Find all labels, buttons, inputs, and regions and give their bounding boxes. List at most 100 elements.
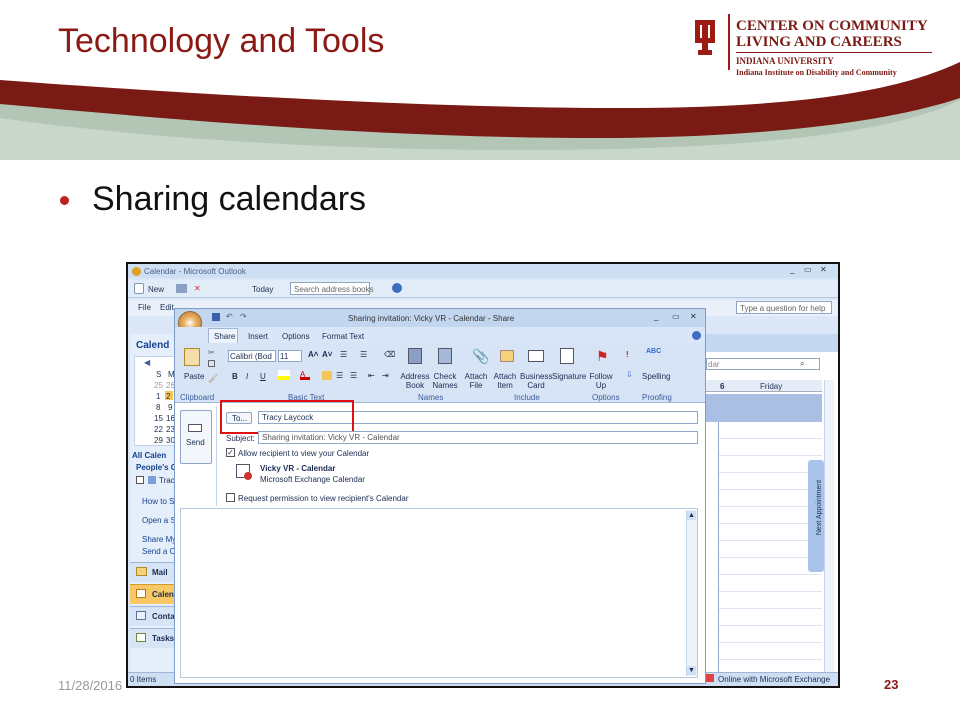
bullets-icon[interactable]: ☰ <box>340 350 347 359</box>
nav-mail-label: Mail <box>152 568 168 577</box>
align-center-icon[interactable]: ☰ <box>336 371 343 380</box>
save-icon[interactable] <box>212 313 220 321</box>
menu-edit[interactable]: Edit <box>160 303 174 312</box>
attachment-calendar-name[interactable]: Vicky VR - Calendar <box>260 464 335 473</box>
business-card-button[interactable]: Business Card <box>520 372 552 390</box>
calendar-view-header <box>704 334 838 352</box>
delete-icon[interactable]: ✕ <box>194 284 201 293</box>
body-scroll-down[interactable]: ▼ <box>687 666 696 675</box>
spelling-icon[interactable]: ABC <box>646 348 664 364</box>
subject-field-value: Sharing invitation: Vicky VR - Calendar <box>262 433 400 442</box>
mini-cal-prev[interactable]: ◀ <box>144 358 150 367</box>
mini-cal-cell[interactable]: 29 <box>154 436 163 445</box>
mini-cal-cell[interactable]: 2 <box>166 392 170 401</box>
increase-indent-icon[interactable]: ⇥ <box>382 371 389 380</box>
help-circle-icon[interactable] <box>392 283 402 293</box>
paste-button[interactable]: Paste <box>184 372 204 381</box>
new-item-icon[interactable] <box>134 283 144 294</box>
bullet-dot <box>60 196 69 205</box>
check-names-icon[interactable] <box>438 348 452 364</box>
mini-cal-day-s: S <box>156 370 162 379</box>
copy-icon[interactable] <box>208 360 215 367</box>
proofing-group-label: Proofing <box>642 393 672 402</box>
shared-calendar-icon <box>148 476 156 484</box>
help-question-placeholder: Type a question for help <box>740 304 826 313</box>
format-painter-icon[interactable]: 🖌 <box>208 374 218 383</box>
align-left-icon[interactable] <box>322 371 332 380</box>
shared-calendar-label[interactable]: Trac <box>159 476 175 485</box>
new-button[interactable]: New <box>148 285 164 294</box>
mini-cal-cell[interactable]: 8 <box>156 403 160 412</box>
numbering-icon[interactable]: ☰ <box>360 350 367 359</box>
ribbon-help-icon[interactable] <box>692 331 701 340</box>
send-button[interactable] <box>180 410 212 464</box>
nav-calendar-label: Calen <box>152 590 174 599</box>
allow-view-checkbox[interactable]: ✓ <box>226 448 235 457</box>
logo-line-3: INDIANA UNIVERSITY <box>736 56 834 66</box>
tab-options[interactable]: Options <box>282 332 310 341</box>
tab-insert[interactable]: Insert <box>248 332 268 341</box>
restore-button[interactable]: ▭ <box>804 265 812 274</box>
clear-format-icon[interactable]: ⌫ <box>384 350 395 359</box>
minimize-button[interactable]: _ <box>790 265 794 274</box>
undo-icon[interactable]: ↶ <box>226 312 233 321</box>
cut-icon[interactable]: ✂ <box>208 348 215 357</box>
link-share-my[interactable]: Share My <box>142 535 176 544</box>
mini-cal-cell[interactable]: 9 <box>168 403 172 412</box>
attach-item-button[interactable]: Attach Item <box>490 372 520 390</box>
signature-icon[interactable] <box>560 348 574 364</box>
business-card-icon[interactable] <box>528 350 544 362</box>
paste-icon[interactable] <box>184 348 200 366</box>
tab-format-text[interactable]: Format Text <box>322 332 364 341</box>
attach-file-button[interactable]: Attach File <box>462 372 490 390</box>
logo-divider <box>728 14 730 70</box>
grow-font-icon[interactable]: A˄ <box>308 350 318 359</box>
address-book-icon[interactable] <box>408 348 422 364</box>
request-permission-checkbox[interactable] <box>226 493 235 502</box>
check-names-button[interactable]: Check Names <box>430 372 460 390</box>
iu-trident-icon <box>695 20 715 55</box>
today-button[interactable]: Today <box>252 285 273 294</box>
mini-cal-cell[interactable]: 1 <box>156 392 160 401</box>
follow-up-icon[interactable]: ⚑ <box>596 348 609 365</box>
shared-calendar-checkbox[interactable] <box>136 476 144 484</box>
font-name-value: Calibri (Bod <box>230 352 272 361</box>
mini-cal-cell[interactable]: 15 <box>154 414 163 423</box>
body-scrollbar[interactable] <box>686 510 697 676</box>
bold-button[interactable]: B <box>232 372 238 381</box>
body-scroll-up[interactable]: ▲ <box>687 511 696 520</box>
shrink-font-icon[interactable]: A˅ <box>322 350 332 359</box>
italic-button[interactable]: I <box>246 372 248 381</box>
invite-maximize-button[interactable]: ▭ <box>672 312 680 321</box>
outlook-screenshot: Calendar - Microsoft Outlook _ ▭ ✕ New ✕… <box>126 262 840 688</box>
menu-file[interactable]: File <box>138 303 151 312</box>
align-right-icon[interactable]: ☰ <box>350 371 357 380</box>
follow-up-button[interactable]: Follow Up <box>588 372 614 390</box>
close-button[interactable]: ✕ <box>820 265 827 274</box>
address-book-button[interactable]: Address Book <box>400 372 430 390</box>
calendar-scrollbar[interactable] <box>824 380 834 676</box>
all-calendars-header[interactable]: All Calen <box>132 451 166 460</box>
search-address-books-placeholder: Search address books <box>294 285 374 294</box>
spelling-button[interactable]: Spelling <box>642 372 670 381</box>
attach-file-icon[interactable]: 📎 <box>472 348 489 365</box>
mini-cal-cell[interactable]: 25 <box>154 381 163 390</box>
invite-window-title: Sharing invitation: Vicky VR - Calendar … <box>348 314 515 323</box>
underline-button[interactable]: U <box>260 372 266 381</box>
shared-calendar-badge-icon <box>244 472 252 480</box>
mini-cal-cell[interactable]: 22 <box>154 425 163 434</box>
font-color-icon[interactable]: A <box>300 370 310 380</box>
calendar-grid[interactable] <box>718 422 822 672</box>
invite-minimize-button[interactable]: _ <box>654 312 658 321</box>
print-icon[interactable] <box>176 284 187 293</box>
calendar-search-icon[interactable]: ⌕ <box>800 359 804 369</box>
signature-button[interactable]: Signature <box>552 372 586 381</box>
importance-low-icon[interactable]: ⇩ <box>626 370 633 379</box>
invite-close-button[interactable]: ✕ <box>690 312 697 321</box>
decrease-indent-icon[interactable]: ⇤ <box>368 371 375 380</box>
attach-item-icon[interactable] <box>500 350 514 362</box>
highlight-icon[interactable] <box>278 370 290 380</box>
redo-icon[interactable]: ↷ <box>240 312 247 321</box>
message-body[interactable] <box>180 508 698 678</box>
importance-high-icon[interactable]: ! <box>626 350 629 359</box>
